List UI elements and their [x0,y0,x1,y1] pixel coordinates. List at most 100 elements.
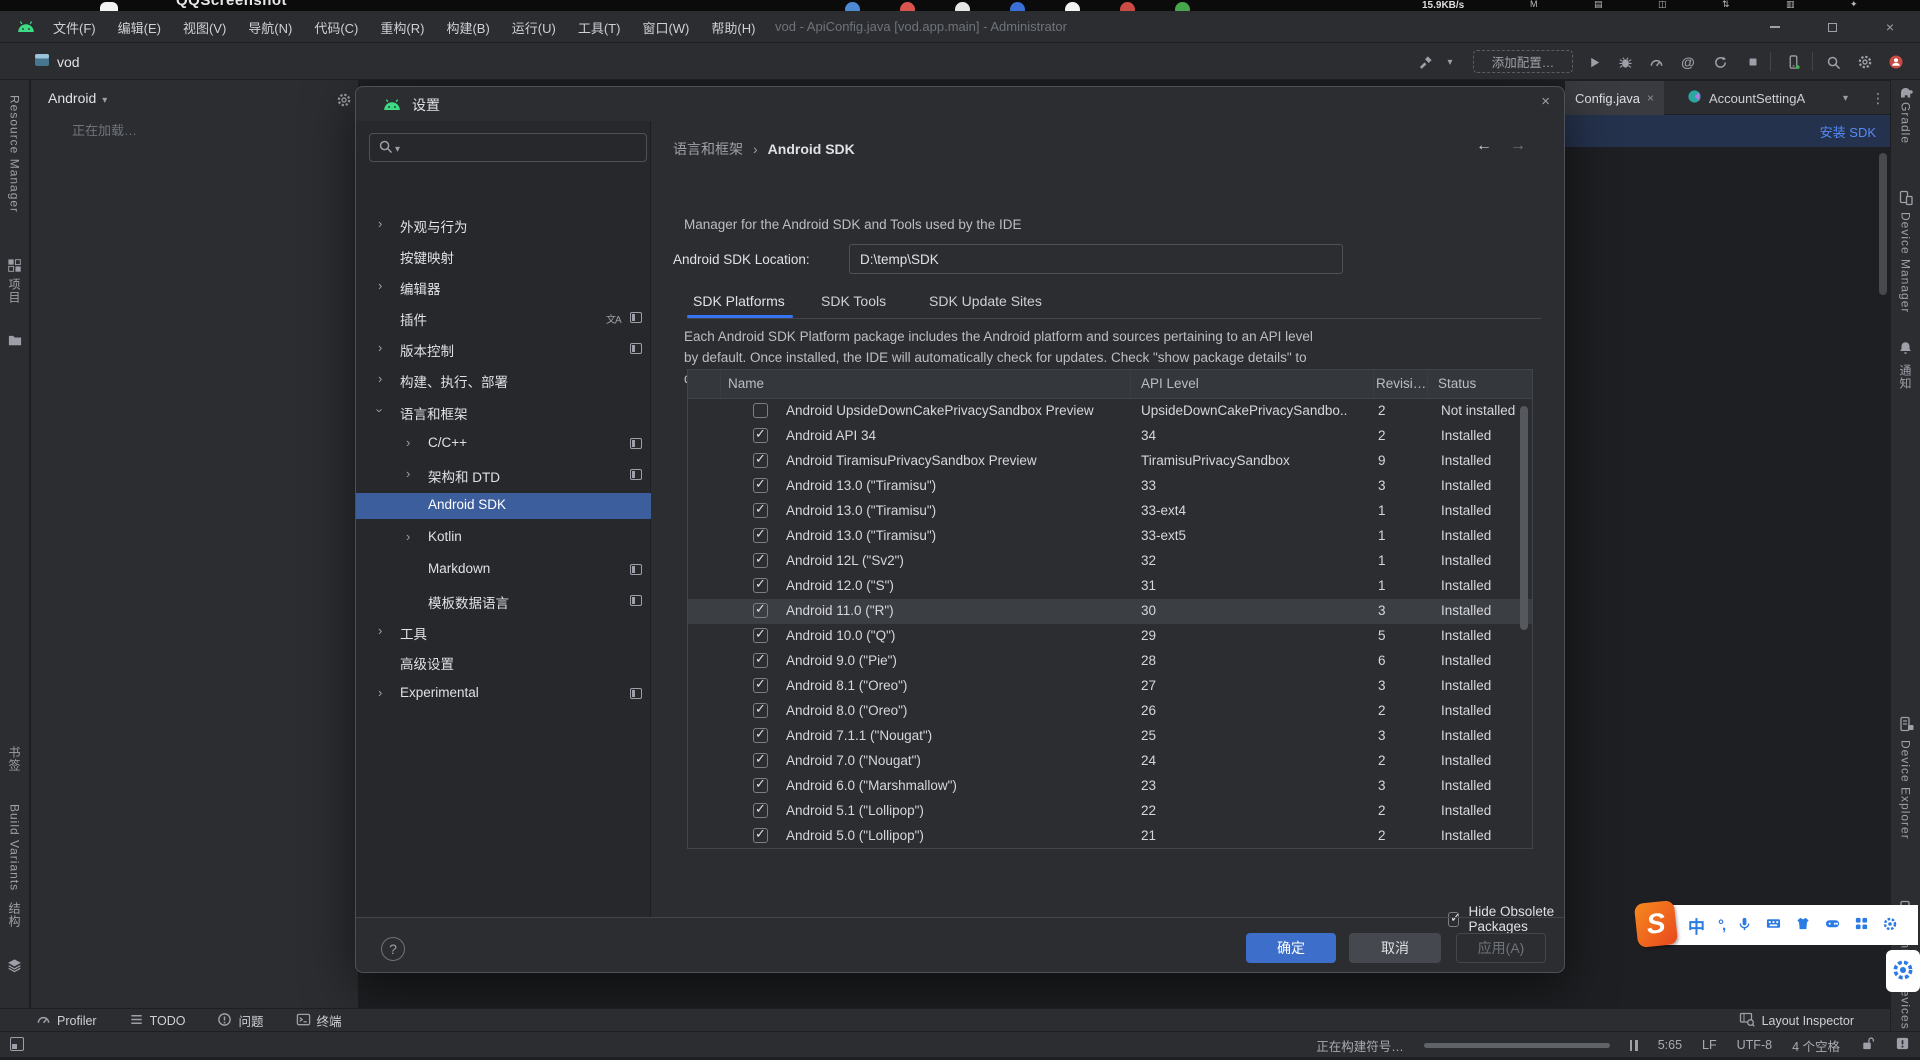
checkbox-checked[interactable] [753,578,768,593]
tray-icon[interactable]: ✦ [1850,0,1858,10]
ok-button[interactable]: 确定 [1246,933,1336,963]
table-scrollbar[interactable] [1520,406,1528,630]
checkbox-checked[interactable] [753,753,768,768]
checkbox-checked[interactable] [753,428,768,443]
menu-n[interactable]: 导航(N) [239,15,301,40]
tray-icon[interactable]: ⇅ [1722,0,1730,10]
menu-u[interactable]: 运行(U) [503,15,565,40]
expand-icon[interactable]: › [378,340,382,355]
debug-icon[interactable] [1616,53,1634,71]
breadcrumb-parent[interactable]: 语言和框架 [673,139,743,159]
settings-tree-item-markdown[interactable]: Markdown [356,557,651,583]
expand-icon[interactable]: › [406,435,410,450]
checkbox-checked[interactable] [753,728,768,743]
help-button[interactable]: ? [381,937,405,961]
table-row-android-api-34[interactable]: Android API 34342Installed [688,424,1532,449]
checkbox-checked[interactable] [753,653,768,668]
tray-app-icon[interactable] [1010,2,1025,11]
tray-app-icon[interactable] [1175,2,1190,11]
checkbox-checked[interactable] [753,703,768,718]
table-row-android-12-0-s[interactable]: Android 12.0 ("S")311Installed [688,574,1532,599]
stripe-bookmarks[interactable]: 书签 [6,746,23,772]
checkbox-unchecked[interactable] [753,403,768,418]
menu-h[interactable]: 帮助(H) [702,15,764,40]
tab-sdk-update-sites[interactable]: SDK Update Sites [929,293,1042,309]
tray-icon[interactable]: ▤ [1594,0,1603,10]
tray-app-icon[interactable] [955,2,970,11]
tool-window-button-item-2[interactable]: 问题 [217,1011,263,1030]
ime-chinese-mode-icon[interactable]: 中 [1688,913,1705,938]
column-header-name[interactable]: Name [728,376,764,391]
stripe-project[interactable]: 项目 [6,278,23,304]
profiler-icon[interactable] [1647,53,1665,71]
dialog-close-icon[interactable]: × [1541,93,1550,110]
table-row-android-8-1-oreo[interactable]: Android 8.1 ("Oreo")273Installed [688,674,1532,699]
tray-app-icon[interactable] [1065,2,1080,11]
settings-tree-item-item-5[interactable]: ›构建、执行、部署 [356,367,651,393]
gradle-icon[interactable] [1898,84,1914,100]
forward-arrow-icon[interactable]: → [1510,137,1526,155]
indent-setting[interactable]: 4 个空格 [1792,1036,1840,1055]
search-everywhere-icon[interactable] [1824,53,1842,71]
sdk-location-field[interactable]: D:\temp\SDK [849,244,1343,274]
checkbox-checked[interactable] [753,478,768,493]
line-separator[interactable]: LF [1702,1038,1717,1052]
menu-v[interactable]: 视图(V) [174,15,235,40]
tab-sdk-platforms[interactable]: SDK Platforms [693,293,785,309]
checkbox-checked[interactable] [753,503,768,518]
checkbox-checked[interactable] [753,628,768,643]
menu-t[interactable]: 工具(T) [569,15,630,40]
tray-icon[interactable]: ◫ [1658,0,1667,10]
minimize-button[interactable] [1753,11,1797,43]
table-row-android-7-0-nougat[interactable]: Android 7.0 ("Nougat")242Installed [688,749,1532,774]
settings-search-input[interactable] [369,133,647,162]
menu-w[interactable]: 窗口(W) [633,15,698,40]
caret-position[interactable]: 5:65 [1658,1038,1682,1052]
menu-e[interactable]: 编辑(E) [109,15,170,40]
stripe-item-2[interactable]: 通知 [1897,364,1914,390]
tab-account-setting[interactable]: AccountSettingA [1677,81,1815,115]
expand-icon[interactable]: › [406,529,410,544]
tray-icon[interactable]: M [1530,0,1538,9]
tool-window-button-profiler[interactable]: Profiler [36,1012,97,1030]
maximize-button[interactable] [1810,11,1854,43]
table-row-android-13-0-tiramisu[interactable]: Android 13.0 ("Tiramisu")33-ext41Install… [688,499,1532,524]
checkbox-checked[interactable] [753,528,768,543]
stop-icon[interactable] [1744,53,1762,71]
notifications-icon[interactable] [1895,1036,1910,1054]
ime-apps-icon[interactable] [1854,916,1869,934]
menu-r[interactable]: 重构(R) [371,15,433,40]
menu-c[interactable]: 代码(C) [305,15,367,40]
collapse-icon[interactable]: › [373,408,388,412]
sogou-logo-icon[interactable]: S [1634,900,1678,948]
stripe-build-variants[interactable]: Build Variants [8,804,22,891]
settings-tree-item-dtd[interactable]: ›架构和 DTD [356,462,651,488]
expand-icon[interactable]: › [378,278,382,293]
settings-tree-item-item-12[interactable]: 模板数据语言 [356,588,651,614]
ime-skin-icon[interactable] [1795,916,1811,934]
tray-app-icon[interactable] [1120,2,1135,11]
ime-keyboard-icon[interactable] [1765,916,1782,934]
attach-debugger-icon[interactable] [1679,53,1697,71]
resource-manager-icon[interactable] [7,258,23,274]
add-configuration-button[interactable]: 添加配置… [1473,50,1573,73]
ime-mic-icon[interactable] [1737,916,1752,935]
sogou-status-badge[interactable] [1886,950,1920,992]
column-header-api-level[interactable]: API Level [1141,376,1199,391]
table-row-android-8-0-oreo[interactable]: Android 8.0 ("Oreo")262Installed [688,699,1532,724]
table-row-android-5-0-lollipop[interactable]: Android 5.0 ("Lollipop")212Installed [688,824,1532,849]
expand-icon[interactable]: › [406,466,410,481]
tabs-dropdown-icon[interactable] [1833,81,1853,115]
stripe-device-explorer[interactable]: Device Explorer [1899,740,1913,840]
close-button[interactable]: × [1868,11,1912,43]
checkbox-checked[interactable] [753,803,768,818]
ime-punctuation-icon[interactable]: °, [1718,917,1724,934]
structure-icon[interactable] [7,958,23,974]
checkbox-checked[interactable] [753,828,768,843]
tray-app-icon[interactable] [845,2,860,11]
table-row-android-11-0-r[interactable]: Android 11.0 ("R")303Installed [688,599,1532,624]
pause-build-icon[interactable] [1630,1040,1638,1051]
project-folder-icon[interactable] [7,333,23,349]
table-row-android-13-0-tiramisu[interactable]: Android 13.0 ("Tiramisu")33-ext51Install… [688,524,1532,549]
settings-tree-item-item-6[interactable]: ›语言和框架 [356,399,651,425]
